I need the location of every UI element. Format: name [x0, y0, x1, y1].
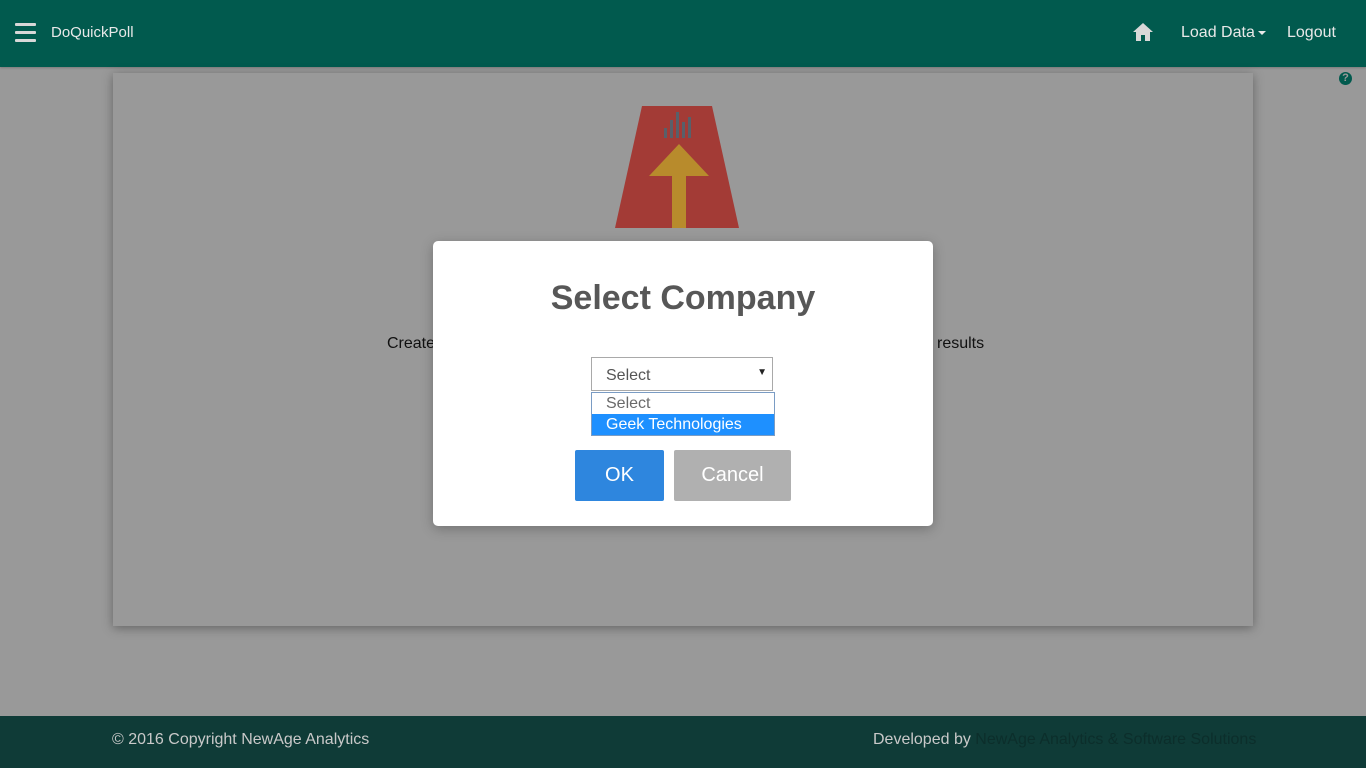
company-select-value: Select [606, 367, 651, 384]
app-logo [615, 106, 739, 228]
caret-down-icon [1257, 30, 1266, 35]
footer: © 2016 Copyright NewAge Analytics Develo… [0, 716, 1366, 768]
modal-title: Select Company [550, 279, 816, 317]
copyright-text: © 2016 Copyright NewAge Analytics [112, 731, 370, 748]
company-select[interactable]: Select ▼ [591, 357, 773, 391]
hamburger-icon[interactable] [15, 23, 36, 43]
home-icon[interactable] [1132, 22, 1154, 42]
developer-link[interactable]: NewAge Analytics & Software Solutions [975, 731, 1256, 748]
select-company-modal: Select Company Select ▼ Select Geek Tech… [433, 241, 933, 526]
load-data-menu[interactable]: Load Data [1181, 24, 1266, 42]
logout-link[interactable]: Logout [1287, 24, 1336, 42]
ok-button[interactable]: OK [575, 450, 664, 501]
question-circle-icon[interactable]: ? [1339, 72, 1352, 85]
developed-by: Developed by NewAge Analytics & Software… [873, 731, 1256, 749]
brand-name[interactable]: DoQuickPoll [51, 24, 134, 41]
developed-by-prefix: Developed by [873, 731, 971, 748]
option-select[interactable]: Select [592, 393, 774, 414]
option-geek-technologies[interactable]: Geek Technologies [592, 414, 774, 435]
tagline-start: Create, [387, 335, 440, 352]
tagline-end: results [937, 335, 985, 352]
top-navbar: DoQuickPoll Load Data Logout [0, 0, 1366, 67]
company-options-list: Select Geek Technologies [591, 392, 775, 436]
load-data-label: Load Data [1181, 24, 1255, 41]
caret-down-icon: ▼ [757, 367, 767, 378]
cancel-button[interactable]: Cancel [674, 450, 791, 501]
